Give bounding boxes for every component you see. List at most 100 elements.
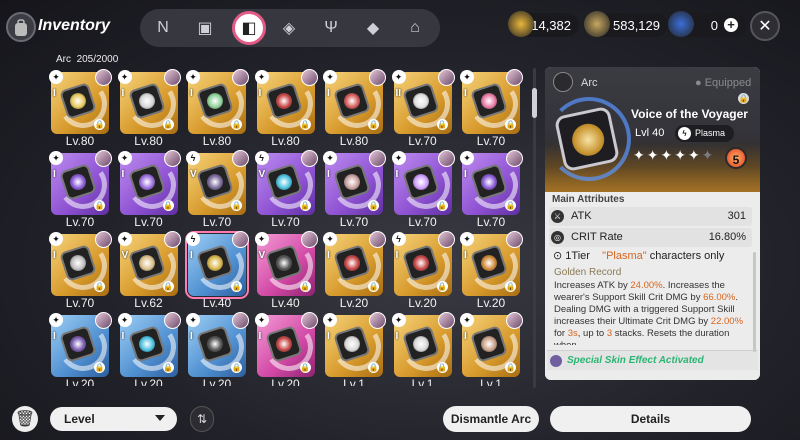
arc-item[interactable]: 🔒 ✦ I Lv.20 xyxy=(186,312,249,386)
attribute-row-crit: ◎ CRIT Rate 16.80% xyxy=(549,228,752,247)
plasma-icon: ϟ xyxy=(678,127,691,140)
character-avatar xyxy=(300,312,318,329)
arc-item[interactable]: 🔒 ✦ I Lv.70 xyxy=(117,150,181,229)
lock-icon: 🔒 xyxy=(94,281,105,292)
arc-item[interactable]: 🔒 ✦ II Lv.70 xyxy=(391,69,455,148)
item-level: Lv.20 xyxy=(202,377,232,386)
lock-icon: 🔒 xyxy=(299,362,311,373)
nav-tab-cube[interactable]: ◈ xyxy=(274,13,304,43)
arc-item[interactable]: 🔒 ✦ I Lv.70 xyxy=(460,69,523,148)
inventory-count: Arc 205/2000 xyxy=(56,54,119,65)
arc-item[interactable]: 🔒 ✦ I Lv.70 xyxy=(49,231,112,310)
item-level: Lv.20 xyxy=(476,296,506,310)
element-icon: ✦ xyxy=(49,313,63,327)
arc-item[interactable]: 🔒 ✦ I Lv.70 xyxy=(49,150,112,229)
lock-icon: 🔒 xyxy=(436,200,448,211)
detail-scrollbar[interactable] xyxy=(753,252,756,352)
arc-item[interactable]: 🔒 ✦ I Lv.80 xyxy=(254,69,318,148)
grid-scrollbar-thumb[interactable] xyxy=(532,88,537,118)
item-level: Lv.20 xyxy=(408,296,437,310)
arc-item[interactable]: 🔒 ✦ V Lv.40 xyxy=(254,231,318,310)
detail-body: Main Attributes ⚔ ATK 301 ◎ CRIT Rate 16… xyxy=(545,192,760,380)
star-filled-icon: ✦ xyxy=(687,147,702,163)
trash-button[interactable]: 🗑 xyxy=(12,406,38,432)
arc-item[interactable]: 🔒 ✦ V Lv.62 xyxy=(117,231,181,310)
arc-item[interactable]: 🔒 ✦ I Lv.20 xyxy=(460,231,523,310)
lock-icon[interactable]: 🔒 xyxy=(738,93,749,104)
arc-item[interactable]: 🔒 ✦ I Lv.70 xyxy=(391,150,455,229)
dismantle-arc-button[interactable]: Dismantle Arc xyxy=(443,406,539,432)
sort-dropdown[interactable]: Level xyxy=(50,407,177,431)
arc-item[interactable]: 🔒 ✦ I Lv.20 xyxy=(254,312,318,386)
tier-label: V xyxy=(258,250,266,261)
arc-item[interactable]: 🔒 ✦ I Lv.1 xyxy=(323,312,386,386)
star-filled-icon: ✦ xyxy=(660,147,675,163)
category-nav: N ▣ ◧ ◈ Ψ ◆ ⌂ xyxy=(140,9,440,47)
currency-crystal: 0 + xyxy=(668,11,746,37)
character-avatar xyxy=(95,312,112,329)
nav-tab-box[interactable]: ◆ xyxy=(358,13,388,43)
add-currency-button[interactable]: + xyxy=(724,18,738,32)
tier-label: II xyxy=(395,88,402,99)
nav-tab-food[interactable]: Ψ xyxy=(316,13,346,43)
element-icon: ✦ xyxy=(460,232,474,246)
arc-item[interactable]: 🔒 ✦ I Lv.20 xyxy=(49,312,112,386)
arc-item[interactable]: 🔒 ✦ I Lv.70 xyxy=(460,150,523,229)
element-icon: ✦ xyxy=(323,232,337,246)
sort-order-button[interactable]: ⇅ xyxy=(190,406,214,432)
home-icon: ⌂ xyxy=(410,19,420,36)
special-effect: Special Skin Effect Activated xyxy=(547,350,758,370)
element-icon: ✦ xyxy=(323,70,337,84)
tier-label: I xyxy=(190,250,193,261)
tier-label: I xyxy=(395,250,399,261)
character-avatar xyxy=(163,69,181,86)
tier-label: I xyxy=(258,88,262,99)
back-button[interactable] xyxy=(6,12,36,42)
arc-item[interactable]: 🔒 ϟ V Lv.70 xyxy=(186,150,249,229)
element-icon: ϟ xyxy=(254,151,269,165)
nav-tab-device[interactable]: ▣ xyxy=(190,13,220,43)
nav-tab-home[interactable]: ⌂ xyxy=(400,13,430,43)
tier-requirement: ⊙ 1Tier "Plasma" characters only xyxy=(553,250,725,262)
element-badge: ϟ Plasma xyxy=(675,125,735,142)
tier-label: V xyxy=(190,169,197,180)
trash-icon: 🗑 xyxy=(14,411,36,428)
nav-tab-n-logo[interactable]: N xyxy=(148,13,178,43)
arc-item[interactable]: 🔒 ✦ I Lv.70 xyxy=(323,150,386,229)
item-level: Lv.1 xyxy=(343,377,365,386)
element-icon: ✦ xyxy=(460,151,474,165)
lock-icon: 🔒 xyxy=(505,119,516,130)
box-icon: ◆ xyxy=(366,20,380,37)
close-button[interactable]: ✕ xyxy=(750,11,780,41)
lock-icon: 🔒 xyxy=(231,281,242,292)
arc-item[interactable]: 🔒 ϟ I Lv.40 xyxy=(185,231,249,310)
item-level: Lv.1 xyxy=(480,377,502,386)
arc-item[interactable]: 🔒 ✦ I Lv.80 xyxy=(117,69,181,148)
element-icon: ✦ xyxy=(391,313,406,327)
arc-item[interactable]: 🔒 ✦ I Lv.1 xyxy=(460,312,523,386)
character-avatar xyxy=(369,150,386,167)
arc-record-image xyxy=(553,105,621,173)
arc-item[interactable]: 🔒 ✦ I Lv.80 xyxy=(186,69,249,148)
item-level: Lv.20 xyxy=(134,377,163,386)
tier-label: V xyxy=(258,169,266,180)
arc-item[interactable]: 🔒 ✦ I Lv.20 xyxy=(117,312,181,386)
element-icon: ϟ xyxy=(391,232,406,246)
arc-item[interactable]: 🔒 ✦ I Lv.80 xyxy=(323,69,386,148)
character-avatar xyxy=(369,312,386,329)
arc-item[interactable]: 🔒 ✦ I Lv.1 xyxy=(391,312,455,386)
ticket-icon xyxy=(584,11,610,37)
arc-item[interactable]: 🔒 ϟ I Lv.20 xyxy=(391,231,455,310)
lock-icon: 🔒 xyxy=(231,119,242,130)
arc-item[interactable]: 🔒 ϟ V Lv.70 xyxy=(254,150,318,229)
arc-grid: 🔒 ✦ I Lv.80 🔒 ✦ I Lv.80 🔒 ✦ I Lv.80 🔒 ✦ I Lv.80 🔒 ✦ I Lv.80… xyxy=(47,68,527,386)
nav-tab-arc-book[interactable]: ◧ xyxy=(232,11,266,45)
arc-item[interactable]: 🔒 ✦ I Lv.20 xyxy=(323,231,386,310)
main-attributes-heading: Main Attributes xyxy=(552,194,625,205)
element-icon: ✦ xyxy=(323,151,337,165)
details-button[interactable]: Details xyxy=(550,406,751,432)
tier-label: I xyxy=(395,169,399,180)
lock-icon: 🔒 xyxy=(368,200,379,211)
arc-item[interactable]: 🔒 ✦ I Lv.80 xyxy=(49,69,112,148)
tier-label: I xyxy=(53,169,56,180)
